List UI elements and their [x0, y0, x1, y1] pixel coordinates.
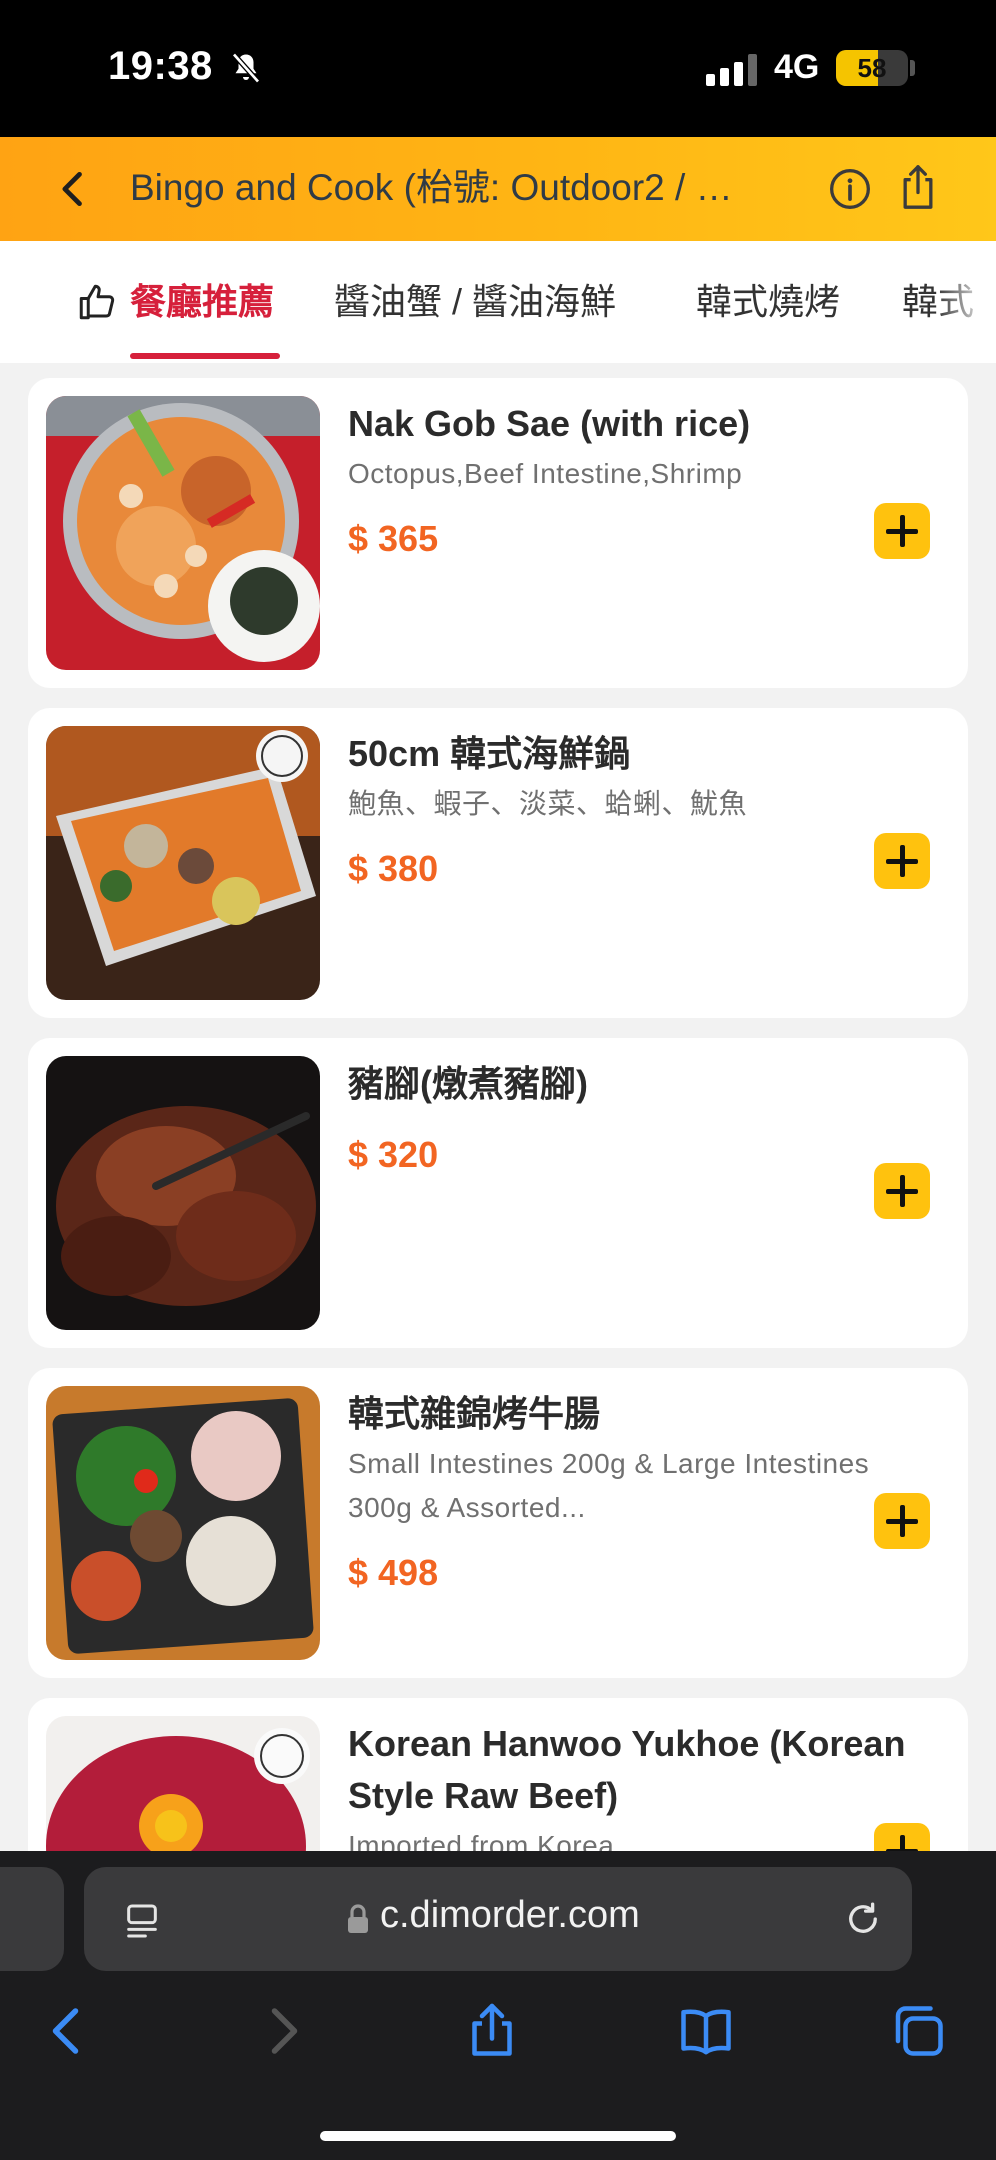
dish-description: 鮑魚、蝦子、淡菜、蛤蜊、魷魚 — [348, 788, 748, 819]
address-bar[interactable]: c.dimorder.com — [84, 1867, 912, 1971]
back-icon[interactable] — [38, 2001, 98, 2061]
menu-item-card[interactable]: Nak Gob Sae (with rice) Octopus,Beef Int… — [28, 378, 968, 688]
dish-name: 豬腳(燉煮豬腳) — [348, 1063, 588, 1104]
bell-slash-icon — [232, 52, 260, 84]
dish-price: $ 365 — [348, 518, 439, 559]
add-to-cart-button[interactable] — [874, 833, 930, 889]
tabs-fade — [936, 241, 996, 363]
restaurant-title: Bingo and Cook (枱號: Outdoor2 / … — [130, 167, 733, 208]
dish-description: Octopus,Beef Intestine,Shrimp — [348, 458, 743, 489]
active-tab-indicator — [130, 353, 280, 359]
chevron-left-icon[interactable] — [52, 167, 96, 211]
battery-tip — [910, 60, 915, 76]
browser-toolbar: c.dimorder.com — [0, 1851, 996, 2160]
menu-item-card[interactable]: 韓式雜錦烤牛腸 Small Intestines 200g & Large In… — [28, 1368, 968, 1678]
network-type: 4G — [774, 48, 820, 86]
tabs-icon[interactable] — [888, 2001, 948, 2061]
previous-tab-preview[interactable] — [0, 1867, 64, 1971]
restaurant-header: Bingo and Cook (枱號: Outdoor2 / … — [0, 137, 996, 241]
url-text: c.dimorder.com — [380, 1894, 640, 1936]
tab-korean-bbq[interactable]: 韓式燒烤 — [696, 273, 840, 325]
dish-photo — [46, 1716, 320, 1851]
share-icon[interactable] — [462, 2001, 522, 2061]
reload-icon[interactable] — [842, 1897, 884, 1941]
dish-name: Korean Hanwoo Yukhoe (Korean Style Raw B… — [348, 1723, 906, 1816]
bookmarks-icon[interactable] — [676, 2001, 736, 2061]
menu-item-card[interactable]: Korean Hanwoo Yukhoe (Korean Style Raw B… — [28, 1698, 968, 1851]
dish-price: $ 380 — [348, 848, 439, 889]
dish-price: $ 498 — [348, 1552, 439, 1593]
dish-description: Small Intestines 200g & Large Intestines… — [348, 1448, 870, 1523]
add-to-cart-button[interactable] — [874, 1823, 930, 1851]
dish-name: 韓式雜錦烤牛腸 — [348, 1393, 601, 1434]
dish-photo — [46, 396, 320, 670]
dish-photo — [46, 726, 320, 1000]
home-indicator[interactable] — [320, 2131, 676, 2141]
thumbs-up-icon — [79, 284, 115, 320]
add-to-cart-button[interactable] — [874, 1493, 930, 1549]
menu-list: Nak Gob Sae (with rice) Octopus,Beef Int… — [0, 363, 996, 1851]
dish-photo — [46, 1386, 320, 1660]
dish-name: Nak Gob Sae (with rice) — [348, 403, 751, 444]
tab-restaurant-recommended[interactable]: 餐廳推薦 — [130, 273, 274, 325]
info-icon[interactable] — [828, 167, 872, 211]
add-to-cart-button[interactable] — [874, 503, 930, 559]
dish-price: $ 320 — [348, 1134, 439, 1175]
battery-level: 58 — [857, 53, 887, 83]
dish-name: 50cm 韓式海鮮鍋 — [348, 733, 631, 774]
app-screen: 19:38 4G 58 Bingo and Cook (枱號: Outdoor2… — [0, 0, 996, 2160]
add-to-cart-button[interactable] — [874, 1163, 930, 1219]
menu-item-card[interactable]: 50cm 韓式海鮮鍋 鮑魚、蝦子、淡菜、蛤蜊、魷魚 $ 380 — [28, 708, 968, 1018]
dish-photo — [46, 1056, 320, 1330]
signal-icon — [706, 54, 757, 86]
dish-description: Imported from Korea — [348, 1830, 615, 1851]
status-time: 19:38 — [108, 44, 213, 88]
share-icon[interactable] — [896, 163, 940, 211]
menu-item-card[interactable]: 豬腳(燉煮豬腳) $ 320 — [28, 1038, 968, 1348]
lock-icon — [348, 1904, 368, 1933]
status-bar: 19:38 4G 58 — [0, 0, 996, 137]
forward-icon[interactable] — [252, 2001, 312, 2061]
tab-soy-sauce-crab[interactable]: 醬油蟹 / 醬油海鮮 — [334, 273, 616, 325]
reader-icon[interactable] — [122, 1901, 162, 1941]
battery-icon: 58 — [836, 50, 908, 86]
category-tabs: 餐廳推薦 醬油蟹 / 醬油海鮮 韓式燒烤 韓式 — [0, 241, 996, 363]
